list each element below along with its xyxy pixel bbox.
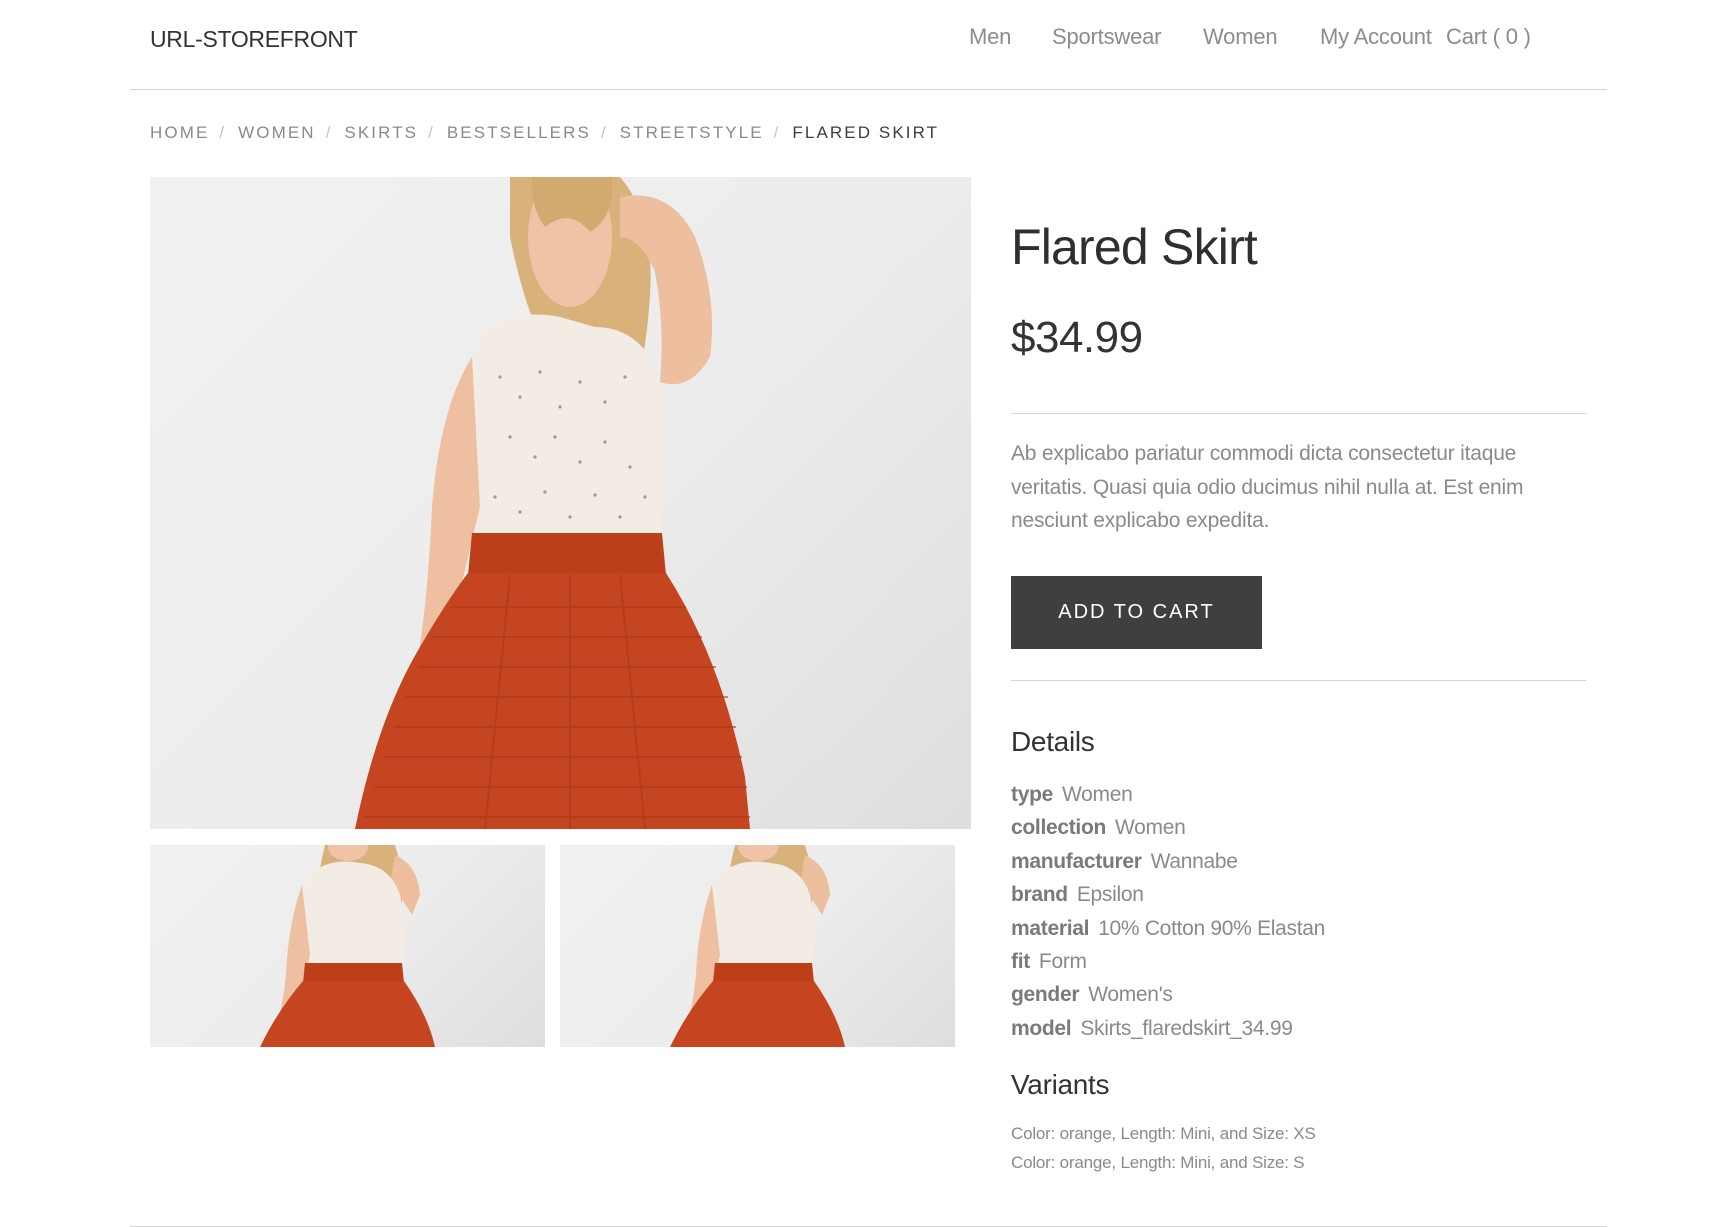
details-heading: Details [1011, 726, 1095, 757]
nav-link-cart[interactable]: Cart ( 0 ) [1446, 24, 1531, 50]
divider [1011, 680, 1586, 681]
detail-key: model [1011, 1016, 1072, 1040]
details-list: type Women collection Women manufacturer Wa… [1011, 778, 1325, 1045]
breadcrumb-streetstyle[interactable]: STREETSTYLE [620, 123, 764, 143]
breadcrumb-bestsellers[interactable]: BESTSELLERS [447, 123, 591, 143]
breadcrumb-skirts[interactable]: SKIRTS [344, 123, 418, 143]
detail-value: Epsilon [1076, 883, 1144, 907]
site-header: URL-STOREFRONT Men Sportswear Women My A… [130, 0, 1607, 90]
product-title: Flared Skirt [1011, 219, 1258, 275]
product-thumbnail-2[interactable] [560, 845, 955, 1047]
detail-row-type: type Women [1011, 778, 1325, 811]
detail-value: 10% Cotton 90% Elastan [1098, 916, 1326, 940]
detail-row-collection: collection Women [1011, 811, 1325, 844]
detail-key: brand [1011, 883, 1068, 907]
detail-row-fit: fit Form [1011, 945, 1325, 978]
detail-key: collection [1011, 816, 1107, 840]
detail-value: Skirts_flaredskirt_34.99 [1080, 1016, 1293, 1040]
product-price: $34.99 [1011, 313, 1143, 362]
variants-heading: Variants [1011, 1069, 1110, 1100]
product-description: Ab explicabo pariatur commodi dicta cons… [1011, 442, 1524, 532]
breadcrumb-separator: / [428, 123, 433, 142]
product-thumbnail-1[interactable] [150, 845, 545, 1047]
detail-key: fit [1011, 949, 1030, 973]
detail-row-manufacturer: manufacturer Wannabe [1011, 845, 1325, 878]
nav-link-women[interactable]: Women [1203, 24, 1278, 50]
detail-key: manufacturer [1011, 849, 1142, 873]
detail-value: Women [1061, 783, 1133, 806]
breadcrumb: HOME / WOMEN / SKIRTS / BESTSELLERS / ST… [150, 122, 939, 144]
breadcrumb-separator: / [325, 123, 331, 142]
nav-link-men[interactable]: Men [969, 24, 1011, 50]
main-nav: Men Sportswear Women My Account Cart ( 0… [130, 24, 1607, 54]
detail-value: Wannabe [1150, 849, 1238, 873]
detail-row-material: material 10% Cotton 90% Elastan [1011, 912, 1325, 945]
add-to-cart-button[interactable]: ADD TO CART [1011, 576, 1262, 649]
detail-value: Women's [1088, 983, 1173, 1007]
detail-key: material [1011, 916, 1090, 940]
detail-value: Form [1038, 949, 1087, 973]
breadcrumb-separator: / [600, 123, 606, 142]
breadcrumb-current: FLARED SKIRT [792, 123, 940, 142]
variant-item: Color: orange, Length: Mini, and Size: S [1011, 1152, 1305, 1172]
breadcrumb-separator: / [773, 123, 779, 142]
detail-row-model: model Skirts_flaredskirt_34.99 [1011, 1012, 1325, 1045]
detail-key: type [1011, 783, 1053, 806]
product-main-image[interactable] [150, 177, 971, 829]
divider [1011, 413, 1586, 414]
detail-key: gender [1011, 983, 1080, 1007]
breadcrumb-separator: / [219, 123, 225, 142]
product-page: URL-STOREFRONT Men Sportswear Women My A… [0, 0, 1717, 1227]
breadcrumb-home[interactable]: HOME [150, 123, 209, 143]
breadcrumb-women[interactable]: WOMEN [238, 123, 316, 143]
detail-row-gender: gender Women's [1011, 978, 1325, 1011]
detail-row-brand: brand Epsilon [1011, 878, 1325, 911]
nav-link-sportswear[interactable]: Sportswear [1052, 24, 1161, 50]
variant-item: Color: orange, Length: Mini, and Size: X… [1011, 1124, 1316, 1143]
detail-value: Women [1115, 816, 1186, 840]
variants-list: Color: orange, Length: Mini, and Size: X… [1011, 1120, 1316, 1177]
nav-link-my-account[interactable]: My Account [1320, 24, 1432, 50]
